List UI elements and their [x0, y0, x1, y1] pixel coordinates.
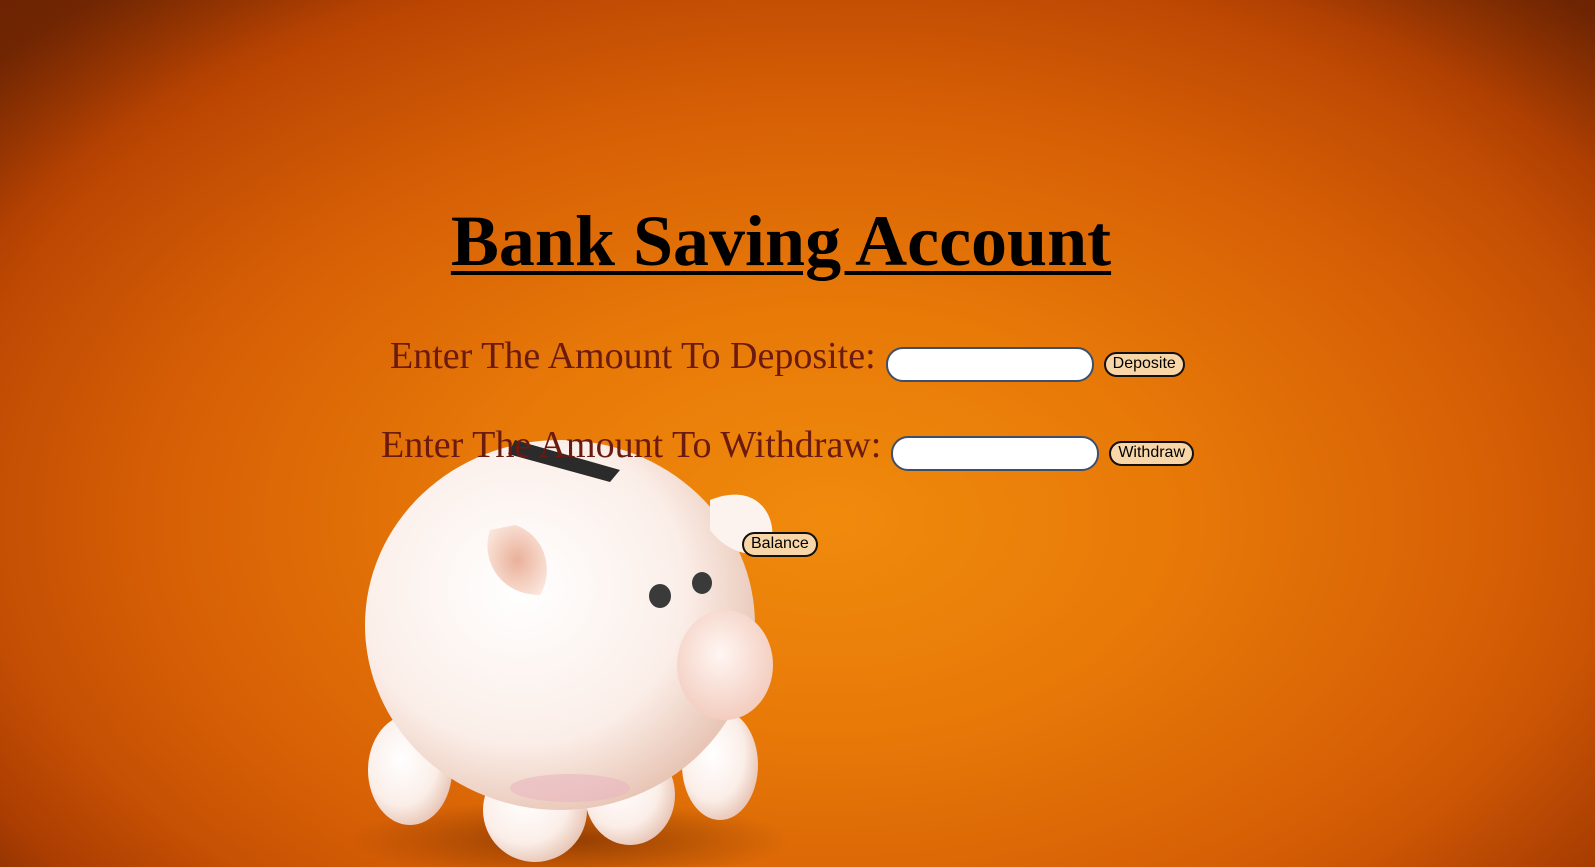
page-title: Bank Saving Account: [450, 201, 1112, 281]
deposit-label: Enter The Amount To Deposite:: [390, 335, 876, 377]
deposit-amount-input[interactable]: [885, 346, 1094, 382]
withdraw-amount-input[interactable]: [891, 435, 1100, 471]
withdraw-button[interactable]: Withdraw: [1109, 440, 1194, 466]
deposit-row: Enter The Amount To Deposite: Deposite: [390, 335, 1185, 382]
piggy-bank-image: [340, 410, 800, 867]
balance-button[interactable]: Balance: [742, 532, 818, 557]
withdraw-row: Enter The Amount To Withdraw: Withdraw: [381, 424, 1194, 471]
withdraw-label: Enter The Amount To Withdraw:: [381, 424, 882, 466]
deposit-button[interactable]: Deposite: [1103, 351, 1185, 377]
